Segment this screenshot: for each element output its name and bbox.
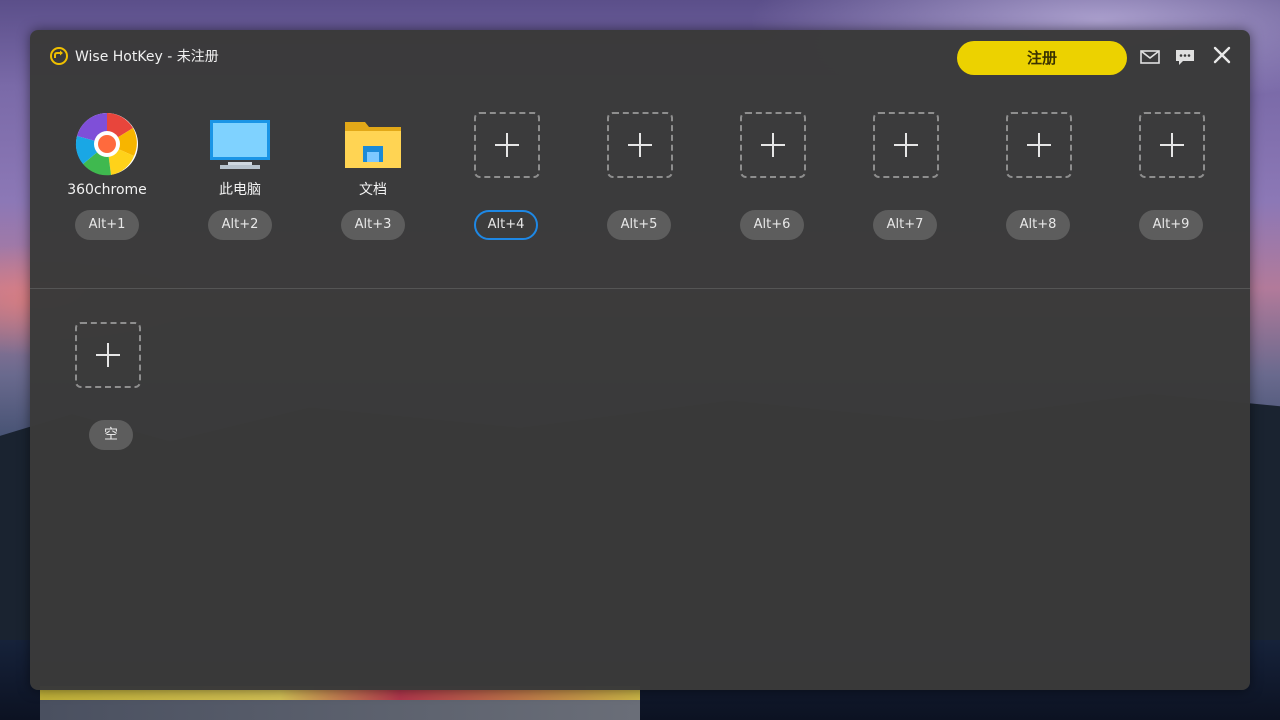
add-icon[interactable] [740, 112, 806, 178]
add-icon[interactable] [873, 112, 939, 178]
folder-icon [345, 122, 401, 168]
register-button[interactable]: 注册 [957, 41, 1127, 75]
hotkey-slot-9[interactable]: Alt+9 [1126, 112, 1216, 252]
hotkey-badge-9[interactable]: Alt+9 [1139, 210, 1203, 240]
hotkey-slot-7[interactable]: Alt+7 [860, 112, 950, 252]
hotkey-slot-1[interactable]: 360chrome Alt+1 [62, 112, 152, 252]
section-divider [30, 288, 1250, 289]
slot-label: 文档 [359, 182, 387, 198]
wise-hotkey-window: Wise HotKey - 未注册 注册 360chrome Alt+1 此电脑… [30, 30, 1250, 690]
hotkey-slot-4[interactable]: Alt+4 [461, 112, 551, 252]
hotkey-badge-2[interactable]: Alt+2 [208, 210, 272, 240]
add-icon[interactable] [474, 112, 540, 178]
hotkey-slot-5[interactable]: Alt+5 [594, 112, 684, 252]
hotkey-slot-3[interactable]: 文档 Alt+3 [328, 112, 418, 252]
title-bar[interactable]: Wise HotKey - 未注册 注册 [30, 30, 1250, 84]
desktop-background: Wise HotKey - 未注册 注册 360chrome Alt+1 此电脑… [0, 0, 1280, 720]
add-icon[interactable] [75, 322, 141, 388]
hotkey-slot-6[interactable]: Alt+6 [727, 112, 817, 252]
window-title: Wise HotKey - 未注册 [75, 49, 219, 65]
slot-label: 此电脑 [219, 182, 261, 198]
hotkey-badge-6[interactable]: Alt+6 [740, 210, 804, 240]
360chrome-icon [75, 112, 138, 176]
add-icon[interactable] [607, 112, 673, 178]
slot-label: 360chrome [67, 182, 147, 198]
hotkey-slot-2[interactable]: 此电脑 Alt+2 [195, 112, 285, 252]
app-logo-icon [50, 47, 68, 65]
computer-icon [210, 120, 270, 169]
add-icon[interactable] [1006, 112, 1072, 178]
hotkey-badge-7[interactable]: Alt+7 [873, 210, 937, 240]
hotkey-slot-8[interactable]: Alt+8 [993, 112, 1083, 252]
feedback-icon[interactable] [1173, 45, 1197, 69]
mail-icon[interactable] [1138, 45, 1162, 69]
hotkey-badge-8[interactable]: Alt+8 [1006, 210, 1070, 240]
hotkey-badge-3[interactable]: Alt+3 [341, 210, 405, 240]
background-pier [40, 700, 640, 720]
hotkey-badge-1[interactable]: Alt+1 [75, 210, 139, 240]
add-icon[interactable] [1139, 112, 1205, 178]
hotkey-badge-4[interactable]: Alt+4 [474, 210, 538, 240]
empty-slot[interactable]: 空 [62, 322, 152, 462]
empty-badge[interactable]: 空 [89, 420, 133, 450]
close-icon[interactable] [1210, 43, 1234, 67]
hotkey-badge-5[interactable]: Alt+5 [607, 210, 671, 240]
